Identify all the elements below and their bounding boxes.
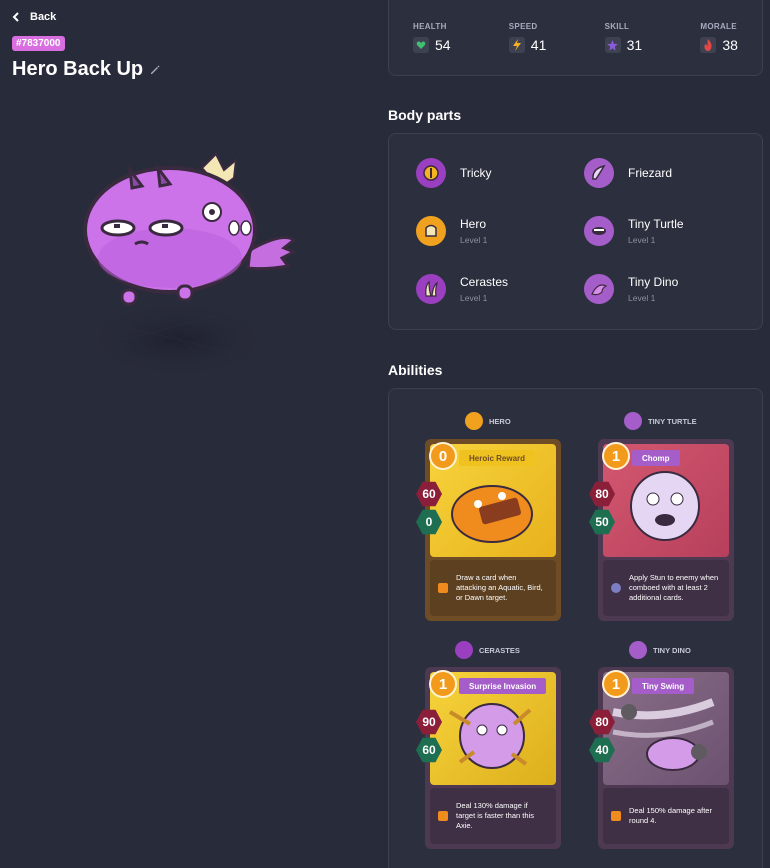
card-description-box: Deal 130% damage if target is faster tha…	[430, 788, 556, 844]
ability-part-header: TINY TURTLE	[624, 412, 697, 430]
stat-value: 38	[722, 37, 738, 53]
stat-speed: SPEED 41	[508, 0, 547, 75]
stat-skill: SKILL 31	[604, 0, 643, 75]
body-part-back[interactable]: Hero Level 1	[416, 216, 487, 246]
tail-part-icon	[584, 274, 614, 304]
part-level: Level 1	[460, 293, 488, 303]
card-description: Apply Stun to enemy when comboed with at…	[629, 572, 719, 603]
part-name: Tricky	[460, 166, 492, 180]
heart-icon	[413, 37, 429, 53]
body-parts-heading: Body parts	[388, 107, 462, 123]
axie-id-badge: #7837000	[12, 36, 65, 51]
ability-card-surprise-invasion[interactable]: Surprise Invasion 1 90 60 Deal 130% dama…	[416, 667, 561, 849]
ability-card-tiny-swing[interactable]: Tiny Swing 1 80 40 Deal 150% damage afte…	[589, 667, 734, 849]
energy-cost: 1	[602, 670, 630, 698]
stat-value: 41	[530, 37, 547, 53]
mouth-part-icon	[584, 216, 614, 246]
ability-part-header: HERO	[465, 412, 511, 430]
page-title-row: Hero Back Up	[12, 58, 161, 81]
lightning-icon	[508, 37, 525, 53]
stat-label: SPEED	[508, 22, 538, 31]
card-name: Chomp	[632, 450, 680, 466]
body-part-ears[interactable]: Friezard	[584, 158, 672, 188]
card-description: Deal 150% damage after round 4.	[629, 805, 712, 825]
card-description: Deal 130% damage if target is faster tha…	[456, 800, 534, 831]
body-parts-panel: Tricky Friezard Hero Level 1 Tiny Turtle…	[388, 133, 763, 330]
stat-label: HEALTH	[413, 22, 447, 31]
stat-label: MORALE	[700, 22, 737, 31]
card-name: Surprise Invasion	[459, 678, 547, 694]
fist-icon	[438, 811, 448, 821]
body-part-eyes[interactable]: Tricky	[416, 158, 492, 188]
card-description: Draw a card when attacking an Aquatic, B…	[456, 572, 543, 603]
stat-value: 31	[626, 37, 643, 53]
part-level: Level 1	[460, 235, 488, 245]
part-level: Level 1	[628, 293, 656, 303]
card-name: Tiny Swing	[632, 678, 695, 694]
back-label: Back	[30, 11, 57, 23]
body-part-horn[interactable]: Cerastes Level 1	[416, 274, 508, 304]
part-name: Friezard	[628, 166, 673, 180]
part-name: Hero	[460, 217, 487, 231]
stat-value: 54	[435, 37, 451, 53]
back-part-icon	[465, 412, 483, 430]
mouth-part-icon	[624, 412, 642, 430]
ability-card-chomp[interactable]: Chomp 1 80 50 Apply Stun to enemy when c…	[589, 439, 734, 621]
energy-cost: 1	[429, 670, 457, 698]
ability-part-header: TINY DINO	[629, 641, 691, 659]
star-icon	[604, 37, 621, 53]
stun-icon	[611, 583, 621, 593]
card-description-box: Apply Stun to enemy when comboed with at…	[603, 560, 729, 616]
fist-icon	[611, 811, 621, 821]
draw-card-icon	[438, 583, 448, 593]
part-level: Level 1	[628, 235, 656, 245]
horn-part-icon	[416, 274, 446, 304]
body-part-tail[interactable]: Tiny Dino Level 1	[584, 274, 678, 304]
card-name: Heroic Reward	[459, 450, 536, 466]
back-button[interactable]: Back	[12, 11, 56, 23]
tail-part-icon	[629, 641, 647, 659]
eye-part-icon	[416, 158, 446, 188]
body-part-mouth[interactable]: Tiny Turtle Level 1	[584, 216, 684, 246]
ability-part-label: HERO	[489, 416, 511, 426]
ability-part-label: TINY DINO	[653, 645, 691, 655]
horn-part-icon	[455, 641, 473, 659]
energy-cost: 1	[602, 442, 630, 470]
abilities-heading: Abilities	[388, 362, 443, 378]
card-description-box: Deal 150% damage after round 4.	[603, 788, 729, 844]
pencil-icon[interactable]	[149, 64, 161, 76]
back-part-icon	[416, 216, 446, 246]
stat-label: SKILL	[604, 22, 630, 31]
stat-morale: MORALE 38	[700, 0, 738, 75]
ability-card-heroic-reward[interactable]: Heroic Reward 0 60 0 Draw a card when at…	[416, 439, 561, 621]
ability-part-label: TINY TURTLE	[648, 416, 697, 426]
page-title: Hero Back Up	[12, 58, 144, 80]
stats-panel: HEALTH 54 SPEED 41 SKILL 31 MORALE 38	[388, 0, 763, 76]
part-name: Cerastes	[460, 275, 509, 289]
ears-part-icon	[584, 158, 614, 188]
chevron-left-icon	[12, 12, 19, 22]
card-description-box: Draw a card when attacking an Aquatic, B…	[430, 560, 556, 616]
part-name: Tiny Dino	[628, 275, 679, 289]
energy-cost: 0	[429, 442, 457, 470]
flame-icon	[700, 37, 717, 53]
part-name: Tiny Turtle	[628, 217, 684, 231]
stat-health: HEALTH 54	[413, 0, 451, 75]
ability-part-header: CERASTES	[455, 641, 520, 659]
ability-part-label: CERASTES	[479, 645, 520, 655]
abilities-panel: HERO Heroic Reward 0 60 0 Draw a card wh…	[388, 388, 763, 868]
axie-illustration	[83, 152, 298, 380]
